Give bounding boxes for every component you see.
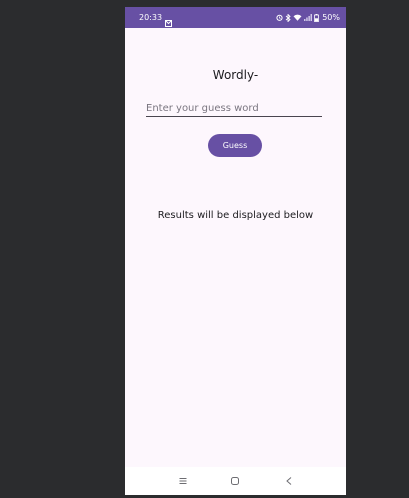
alarm-icon bbox=[276, 14, 283, 21]
status-bar: 20:33 50% bbox=[125, 7, 346, 28]
guess-button[interactable]: Guess bbox=[208, 134, 262, 157]
results-message: Results will be displayed below bbox=[157, 210, 314, 221]
status-icons: 50% bbox=[276, 7, 340, 28]
status-time: 20:33 bbox=[139, 13, 163, 22]
wifi-icon bbox=[293, 14, 302, 21]
phone-screen: 20:33 50% Wordly- Enter your guess word … bbox=[125, 7, 346, 495]
bluetooth-icon bbox=[285, 13, 291, 22]
signal-icon bbox=[304, 14, 313, 21]
battery-percentage: 50% bbox=[322, 13, 340, 22]
notification-icon bbox=[165, 14, 172, 27]
home-icon[interactable] bbox=[228, 474, 242, 488]
battery-icon bbox=[314, 13, 320, 22]
guess-word-input[interactable] bbox=[146, 100, 322, 117]
navigation-bar bbox=[125, 467, 346, 495]
recents-icon[interactable] bbox=[176, 474, 190, 488]
app-title: Wordly- bbox=[212, 68, 259, 82]
emulator-frame: 20:33 50% Wordly- Enter your guess word … bbox=[0, 0, 409, 498]
back-icon[interactable] bbox=[282, 474, 296, 488]
